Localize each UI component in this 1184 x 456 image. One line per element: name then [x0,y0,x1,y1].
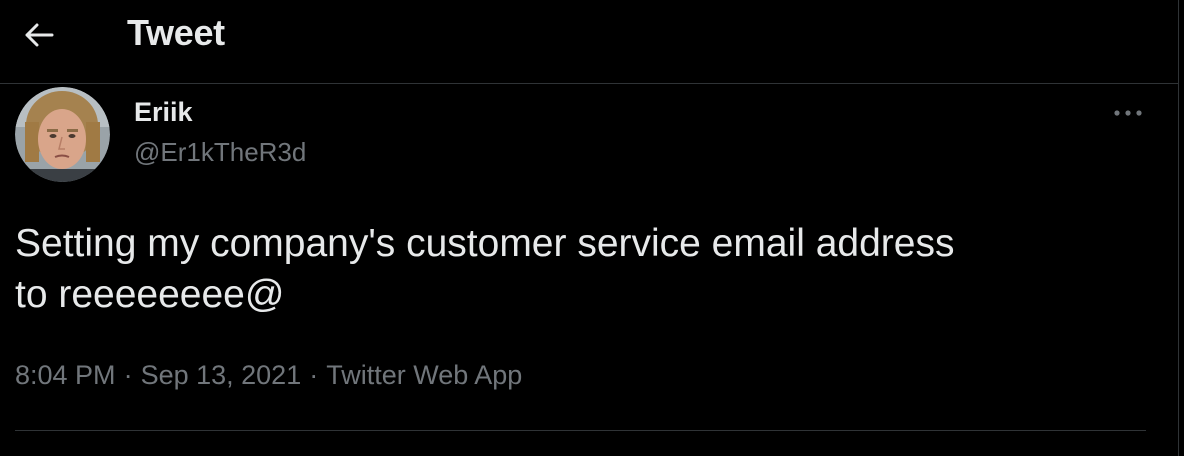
more-horizontal-icon [1114,110,1142,116]
tweet-divider [15,430,1146,431]
back-button[interactable] [18,14,60,56]
meta-separator: · [123,360,133,390]
meta-separator: · [309,360,319,390]
avatar[interactable] [15,87,110,182]
tweet-time[interactable]: 8:04 PM [15,360,116,391]
author-handle[interactable]: @Er1kTheR3d [134,137,306,168]
more-options-button[interactable] [1108,98,1148,128]
tweet-date[interactable]: Sep 13, 2021 [141,360,302,391]
tweet-metadata: 8:04 PM · Sep 13, 2021 · Twitter Web App [15,360,522,391]
column-divider [1178,0,1179,456]
top-header-bar: Tweet [0,0,1178,84]
author-display-name[interactable]: Eriik [134,97,193,128]
page-title: Tweet [127,12,225,53]
tweet-text: Setting my company's customer service em… [15,222,955,316]
tweet-source[interactable]: Twitter Web App [326,360,522,391]
user-avatar-photo [15,87,110,182]
arrow-left-icon [25,23,54,47]
